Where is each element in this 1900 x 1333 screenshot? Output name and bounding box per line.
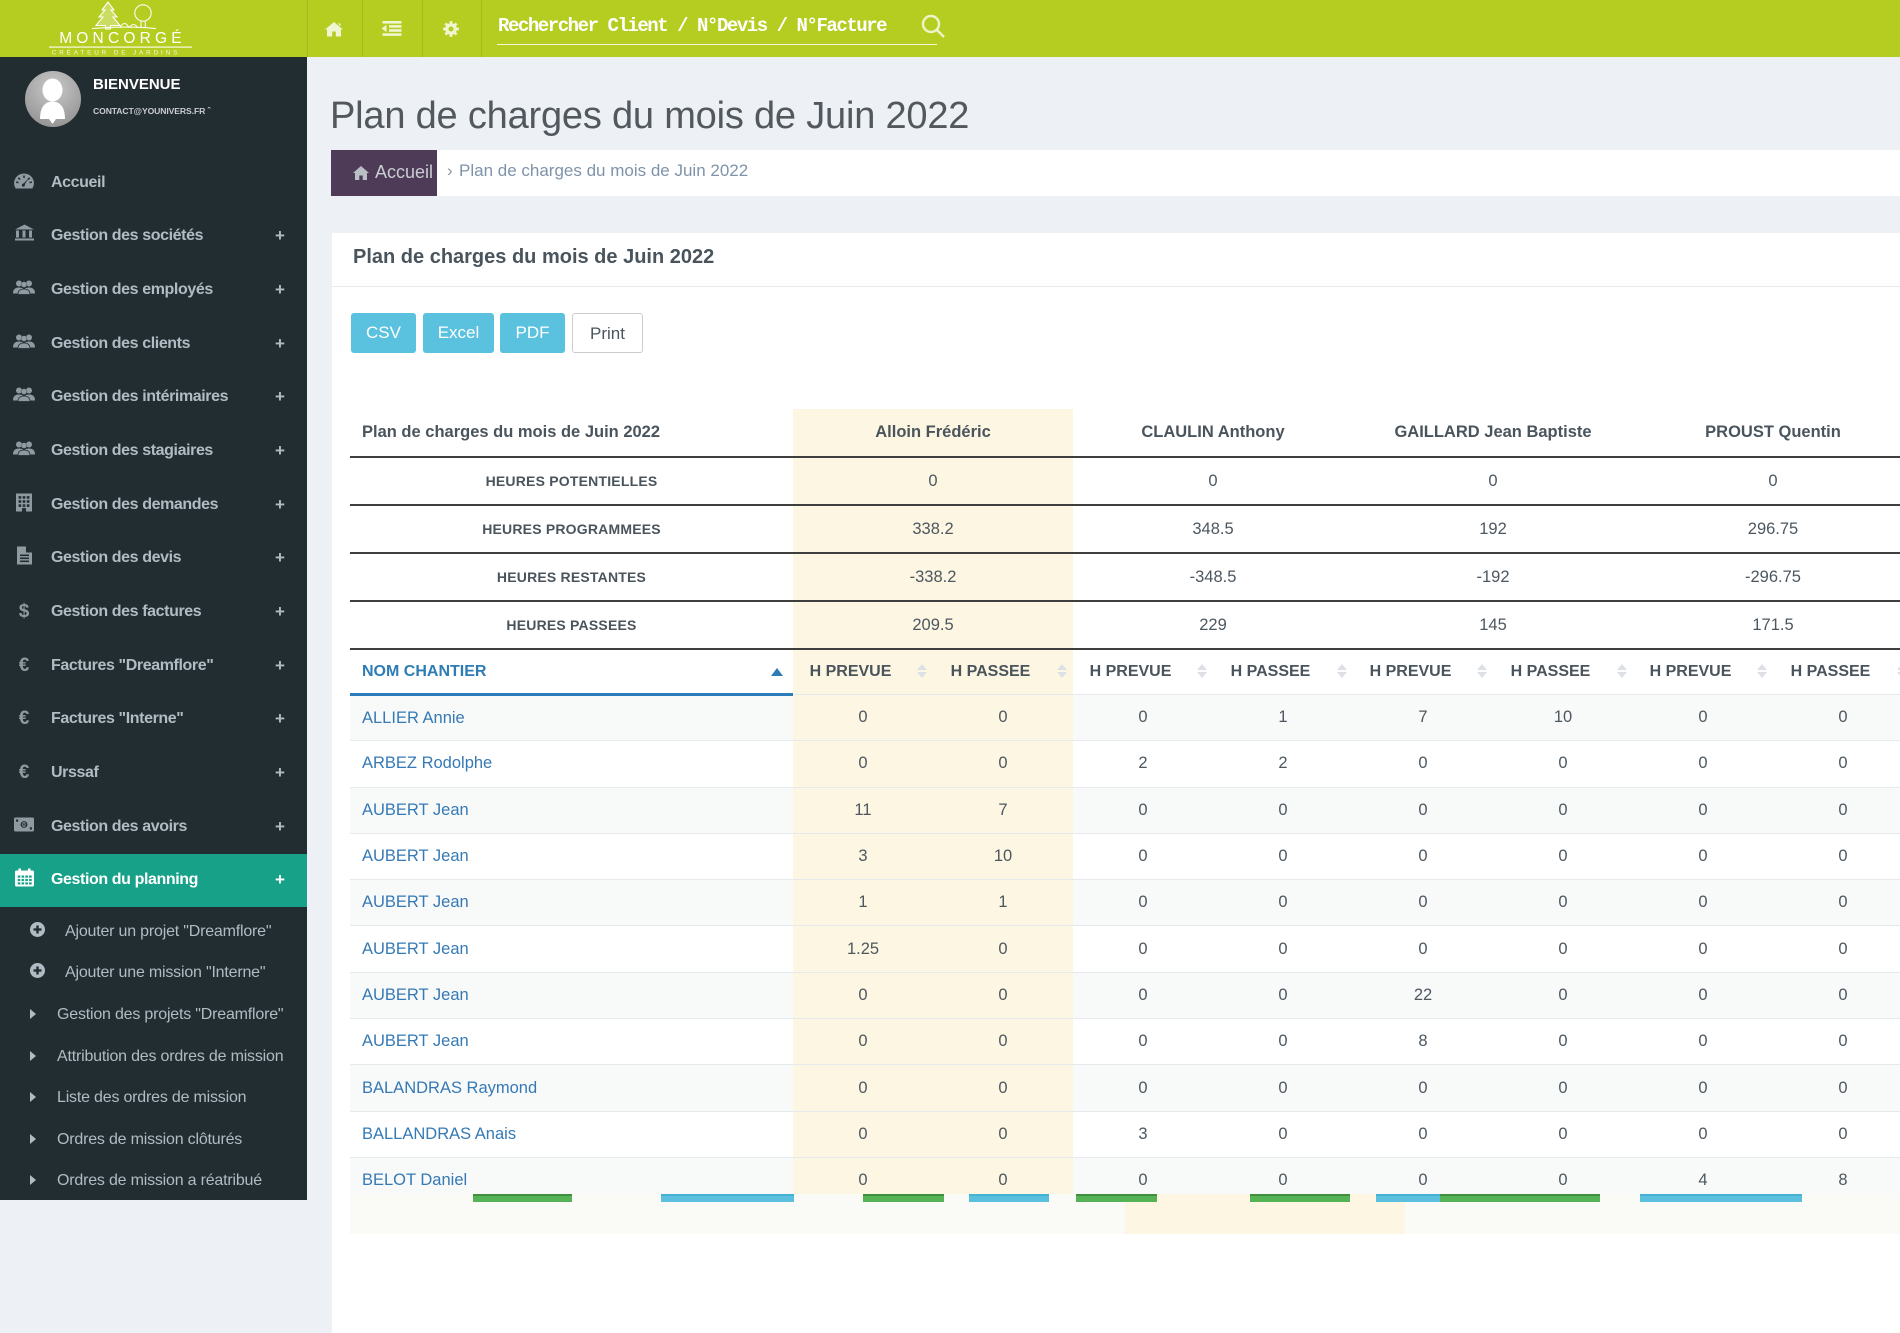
svg-text:MONCORGÉ: MONCORGÉ: [59, 30, 186, 47]
svg-text:CRÉATEUR DE JARDINS: CRÉATEUR DE JARDINS: [52, 48, 180, 57]
svg-text:0: 0: [22, 822, 26, 829]
